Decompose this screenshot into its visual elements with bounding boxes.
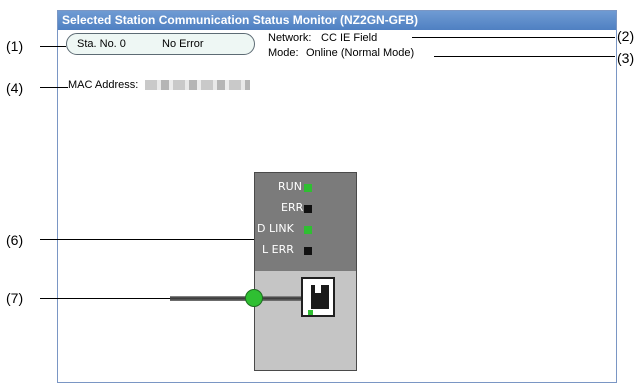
error-status: No Error	[162, 38, 204, 50]
ethernet-port-icon[interactable]	[301, 277, 335, 317]
callout-line-1	[40, 46, 66, 47]
led-label-run: RUN	[278, 180, 302, 193]
mode-label: Mode:	[268, 47, 299, 59]
led-label-lerr: L ERR	[262, 243, 294, 256]
connection-node-icon[interactable]	[245, 289, 263, 307]
network-value: CC IE Field	[321, 32, 378, 44]
lerr-led-icon	[304, 247, 312, 255]
callout-4: (4)	[6, 80, 24, 96]
callout-7: (7)	[6, 290, 24, 306]
ethernet-cable	[170, 296, 302, 301]
callout-line-3	[434, 56, 615, 57]
callout-line-4	[40, 87, 68, 88]
station-status-box: Sta. No. 0 No Error	[66, 33, 255, 55]
window-title: Selected Station Communication Status Mo…	[58, 11, 616, 30]
callout-3: (3)	[617, 50, 635, 66]
callout-line-2	[412, 37, 615, 38]
callout-2: (2)	[617, 28, 635, 44]
port-link-led-icon	[308, 310, 313, 315]
callout-1: (1)	[6, 38, 24, 54]
callout-6: (6)	[6, 232, 24, 248]
err-led-icon	[304, 205, 312, 213]
network-label: Network:	[268, 32, 312, 44]
run-led-icon	[304, 184, 312, 192]
dlink-led-icon	[304, 226, 312, 234]
mode-value: Online (Normal Mode)	[306, 47, 415, 59]
station-number: Sta. No. 0	[77, 38, 126, 50]
led-label-err: ERR	[281, 201, 304, 214]
mac-address-redacted	[145, 80, 250, 90]
mac-address-label: MAC Address:	[68, 79, 139, 91]
callout-line-6	[40, 239, 254, 240]
callout-line-7	[40, 298, 170, 299]
